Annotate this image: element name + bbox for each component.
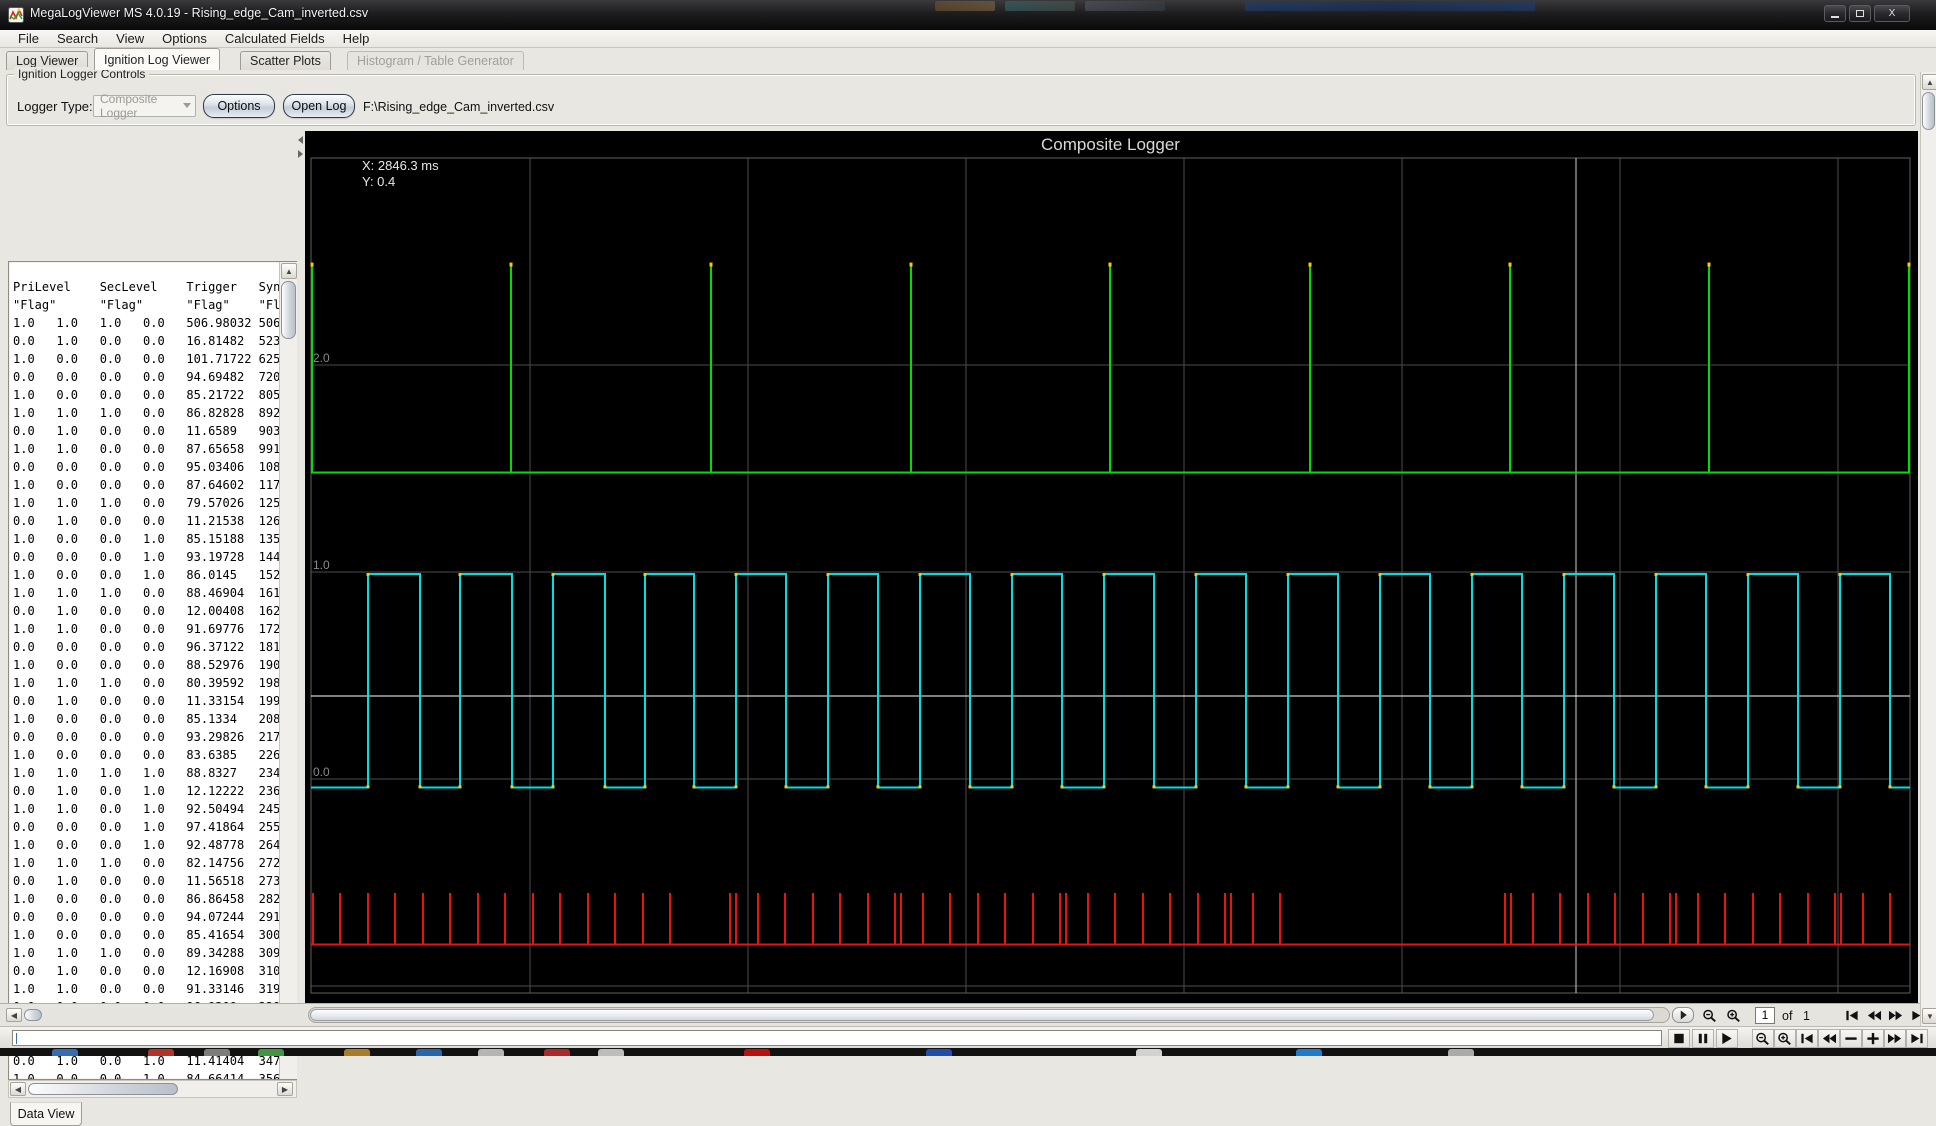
titlebar-glass-artifact [935,1,995,11]
taskbar-app-icon[interactable] [544,1049,570,1056]
svg-text:Y: 0.4: Y: 0.4 [362,174,395,189]
svg-text:X: 2846.3 ms: X: 2846.3 ms [362,158,439,173]
scroll-up-icon[interactable]: ▲ [281,263,297,279]
table-vscroll-thumb[interactable] [281,281,296,339]
splitter-collapse-left-icon[interactable] [298,136,303,144]
main-vscroll-thumb[interactable] [1922,92,1935,130]
play-button[interactable] [1716,1029,1738,1048]
step-minus-button[interactable] [1840,1029,1862,1048]
scroll-left-icon[interactable]: ◀ [10,1082,26,1096]
taskbar-app-icon[interactable] [478,1049,504,1056]
table-vertical-scrollbar[interactable]: ▲ [279,262,297,1079]
skip-to-start-icon[interactable] [1842,1007,1862,1024]
open-file-path: F:\Rising_edge_Cam_inverted.csv [363,100,555,114]
scroll-down-icon[interactable]: ▼ [1922,1008,1936,1024]
tab-data-view[interactable]: Data View [10,1102,82,1126]
open-log-button[interactable]: Open Log [283,94,355,118]
menu-search[interactable]: Search [48,30,107,48]
chart-toolbar: ◀ 1 of 1 [0,1003,1936,1026]
menu-calculated-fields[interactable]: Calculated Fields [216,30,334,48]
taskbar-app-icon[interactable] [344,1049,370,1056]
splitter-expand-right-icon[interactable] [298,150,303,158]
panel-splitter[interactable] [297,128,305,1003]
taskbar-app-icon[interactable] [204,1049,230,1056]
taskbar-app-icon[interactable] [744,1049,770,1056]
window-title: MegaLogViewer MS 4.0.19 - Rising_edge_Ca… [30,6,369,20]
titlebar-glass-artifact [1245,1,1535,11]
menu-options[interactable]: Options [153,30,216,48]
pager-total: 1 [1803,1009,1810,1023]
step-plus-button[interactable] [1862,1029,1884,1048]
menu-file[interactable]: File [9,30,48,48]
minimize-button[interactable] [1824,5,1846,22]
rewind-button[interactable] [1818,1029,1840,1048]
taskbar-app-icon[interactable] [926,1049,952,1056]
restore-button[interactable] [1849,5,1871,22]
chart-hscroll-thumb[interactable] [310,1009,1654,1021]
table-hscroll-thumb[interactable] [28,1083,178,1095]
fast-forward-button[interactable] [1884,1029,1906,1048]
main-vertical-scrollbar[interactable]: ▲ ▼ [1920,72,1936,1026]
taskbar-app-icon[interactable] [258,1049,284,1056]
data-view-panel: PriLevel SecLevel Trigger Syn "Flag" "Fl… [0,128,305,1126]
logger-type-value: Composite Logger [100,92,158,120]
panel-mini-scrollbar[interactable]: ◀ [6,1007,44,1024]
svg-text:1.0: 1.0 [313,558,330,572]
fast-forward-icon[interactable] [1886,1007,1906,1024]
windows-taskbar[interactable] [0,1048,1936,1056]
mini-scroll-thumb[interactable] [24,1009,42,1021]
options-button[interactable]: Options [203,94,275,118]
scroll-up-icon[interactable]: ▲ [1922,74,1936,90]
transport-bar [0,1026,1936,1048]
chart-horizontal-scrollbar[interactable] [308,1007,1670,1023]
tab-histogram-table-generator: Histogram / Table Generator [347,51,524,70]
taskbar-app-icon[interactable] [1296,1049,1322,1056]
tab-strip: Log Viewer Ignition Log Viewer Scatter Plo… [0,48,1936,70]
zoom-out-button[interactable] [1752,1029,1774,1048]
taskbar-app-icon[interactable] [148,1049,174,1056]
zoom-in-icon[interactable] [1724,1007,1744,1024]
data-table[interactable]: PriLevel SecLevel Trigger Syn "Flag" "Fl… [8,261,297,1080]
chevron-down-icon [183,103,191,108]
taskbar-app-icon[interactable] [1448,1049,1474,1056]
skip-to-start-button[interactable] [1796,1029,1818,1048]
svg-text:2.0: 2.0 [313,351,330,365]
pause-button[interactable] [1692,1029,1714,1048]
chart-scroll-right-button[interactable] [1672,1007,1694,1023]
taskbar-app-icon[interactable] [1136,1049,1162,1056]
menu-view[interactable]: View [107,30,153,48]
pager-of-label: of [1782,1009,1793,1023]
close-button[interactable]: X [1874,5,1910,22]
table-horizontal-scrollbar[interactable]: ◀ ▶ [8,1080,297,1098]
taskbar-app-icon[interactable] [416,1049,442,1056]
logger-type-label: Logger Type: [17,99,93,114]
scroll-left-icon[interactable]: ◀ [6,1008,22,1022]
menu-bar: File Search View Options Calculated Fields He… [0,30,1936,48]
scroll-right-icon[interactable]: ▶ [277,1082,293,1096]
text-caret [16,1033,17,1044]
taskbar-app-icon[interactable] [52,1049,78,1056]
menu-help[interactable]: Help [334,30,379,48]
window-title-bar: MegaLogViewer MS 4.0.19 - Rising_edge_Ca… [0,0,1936,30]
titlebar-glass-artifact [1005,1,1075,11]
composite-logger-chart[interactable]: 2.0 1.0 0.0 Composite Logger X: 2846.3 msY: … [305,131,1918,1003]
stop-button[interactable] [1668,1029,1690,1048]
svg-text:Composite Logger: Composite Logger [1041,135,1180,154]
titlebar-glass-artifact [1085,1,1165,11]
tab-ignition-log-viewer[interactable]: Ignition Log Viewer [94,48,221,70]
page-number-input[interactable]: 1 [1755,1007,1775,1024]
zoom-in-button[interactable] [1774,1029,1796,1048]
rewind-icon[interactable] [1864,1007,1884,1024]
log-position-input[interactable] [12,1030,1662,1046]
skip-to-end-button[interactable] [1906,1029,1928,1048]
data-table-text: PriLevel SecLevel Trigger Syn "Flag" "Fl… [13,280,281,1080]
svg-text:0.0: 0.0 [313,765,330,779]
tab-scatter-plots[interactable]: Scatter Plots [240,51,331,70]
taskbar-app-icon[interactable] [598,1049,624,1056]
logger-type-select[interactable]: Composite Logger [93,92,196,120]
app-icon [8,7,24,23]
zoom-out-icon[interactable] [1700,1007,1720,1024]
